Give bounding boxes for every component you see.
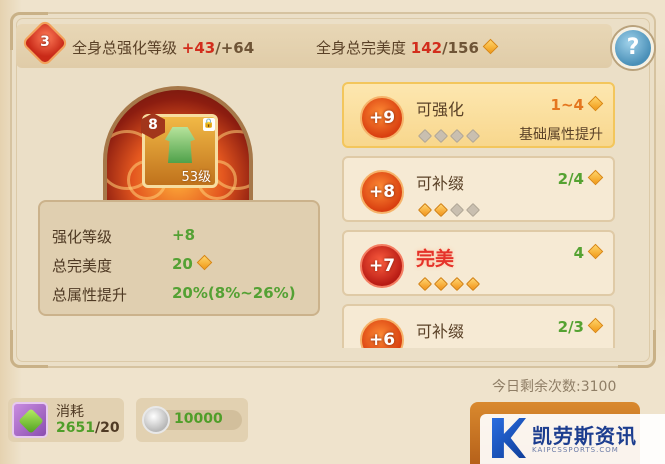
option-range-text: 4 bbox=[573, 244, 584, 262]
empty-gem-icon bbox=[465, 128, 481, 144]
option-title: 可补缀 bbox=[416, 322, 465, 341]
empty-gem-icon bbox=[417, 128, 433, 144]
stat-row: 总完美度 20 bbox=[52, 254, 213, 276]
total-perfection-summary: 全身总完美度 142/156 bbox=[316, 37, 499, 58]
option-range-text: 1~4 bbox=[550, 96, 584, 114]
stat-value: 20%(8%~26%) bbox=[172, 284, 296, 302]
silver-coin-icon bbox=[142, 406, 170, 434]
remaining-attempts: 今日剩余次数:3100 bbox=[492, 379, 617, 395]
bonus-bubble: +8 bbox=[360, 170, 404, 214]
watermark-text: 凯劳斯资讯 bbox=[532, 424, 637, 448]
level-badge: 3 bbox=[23, 21, 67, 66]
option-title: 可强化 bbox=[416, 100, 465, 119]
level-badge-number: 3 bbox=[40, 34, 50, 50]
filled-gem-icon bbox=[433, 276, 449, 292]
option-description: 基础属性提升 bbox=[519, 127, 603, 143]
cost-material[interactable]: 消耗 2651/20 bbox=[8, 398, 124, 442]
lock-icon: 🔒 bbox=[203, 118, 215, 131]
filled-gem-icon bbox=[417, 276, 433, 292]
equipment-item[interactable]: 8 🔒 53级 bbox=[141, 113, 218, 188]
gem-slots bbox=[417, 200, 484, 219]
watermark-subtext: KAIPCSSPORTS.COM bbox=[532, 446, 619, 454]
corner-ornament bbox=[618, 330, 656, 368]
option-range-text: 2/3 bbox=[557, 318, 584, 336]
item-star-count: 8 bbox=[141, 113, 165, 139]
diamond-icon bbox=[587, 95, 604, 112]
material-icon bbox=[12, 402, 48, 438]
option-title: 可补缀 bbox=[416, 174, 465, 193]
stats-box: 强化等级 +8 总完美度 20 总属性提升 20%(8%~26%) bbox=[38, 200, 320, 316]
cost-have: 2651 bbox=[56, 420, 95, 436]
total-strength-current: +43 bbox=[181, 39, 216, 57]
total-strength-label: 全身总强化等级 bbox=[72, 39, 178, 57]
cost-label: 消耗 bbox=[56, 404, 84, 420]
filled-gem-icon bbox=[433, 202, 449, 218]
diamond-icon bbox=[196, 254, 213, 271]
option-range: 2/4 bbox=[557, 169, 604, 188]
empty-gem-icon bbox=[449, 202, 465, 218]
enhance-option-card[interactable]: +7 完美 4 bbox=[342, 230, 615, 296]
enhance-option-card[interactable]: +6 可补缀 2/3 bbox=[342, 304, 615, 348]
enhance-option-list[interactable]: +9 可强化 1~4 基础属性提升 +8 可补缀 2/4 +7 完美 4 +6 … bbox=[340, 80, 618, 348]
bonus-bubble: +9 bbox=[360, 96, 404, 140]
bonus-bubble: +7 bbox=[360, 244, 404, 288]
stat-label: 强化等级 bbox=[52, 228, 113, 246]
total-strength-summary: 全身总强化等级 +43/+64 bbox=[72, 37, 254, 58]
stat-value: +8 bbox=[172, 226, 196, 244]
bonus-bubble: +6 bbox=[360, 318, 404, 348]
empty-gem-icon bbox=[465, 202, 481, 218]
enhance-option-card[interactable]: +9 可强化 1~4 基础属性提升 bbox=[342, 82, 615, 148]
option-range: 2/3 bbox=[557, 317, 604, 336]
option-range: 4 bbox=[573, 243, 604, 262]
corner-ornament bbox=[10, 330, 48, 368]
cost-need: 20 bbox=[100, 420, 120, 436]
empty-gem-icon bbox=[449, 128, 465, 144]
total-perfection-label: 全身总完美度 bbox=[316, 39, 407, 57]
enhance-option-card[interactable]: +8 可补缀 2/4 bbox=[342, 156, 615, 222]
diamond-icon bbox=[587, 243, 604, 260]
filled-gem-icon bbox=[449, 276, 465, 292]
total-strength-max: +64 bbox=[220, 39, 255, 57]
robe-icon bbox=[165, 127, 195, 163]
diamond-icon bbox=[587, 169, 604, 186]
stat-value: 20 bbox=[172, 254, 213, 273]
help-button[interactable]: ? bbox=[612, 27, 654, 69]
watermark: 凯劳斯资讯 KAIPCSSPORTS.COM bbox=[480, 414, 665, 464]
diamond-icon bbox=[587, 317, 604, 334]
total-perfection-max: 156 bbox=[447, 39, 479, 57]
total-perfection-current: 142 bbox=[410, 39, 443, 57]
diamond-icon bbox=[482, 38, 499, 55]
stat-label: 总属性提升 bbox=[52, 286, 128, 304]
gem-slots bbox=[417, 126, 484, 145]
stat-label: 总完美度 bbox=[52, 257, 113, 275]
gem-slots bbox=[417, 274, 484, 293]
option-title-perfect: 完美 bbox=[416, 248, 455, 270]
leaf-gem-icon bbox=[18, 408, 44, 434]
stat-value-text: 20 bbox=[172, 255, 193, 273]
item-level: 53级 bbox=[181, 170, 211, 185]
filled-gem-icon bbox=[465, 276, 481, 292]
stat-row: 总属性提升 20%(8%~26%) bbox=[52, 284, 296, 305]
option-range-text: 2/4 bbox=[557, 170, 584, 188]
stat-row: 强化等级 +8 bbox=[52, 226, 195, 247]
coin-balance[interactable]: 10000 bbox=[136, 398, 248, 442]
cost-amount: 2651/20 bbox=[56, 420, 120, 436]
coin-value: 10000 bbox=[174, 411, 223, 427]
filled-gem-icon bbox=[417, 202, 433, 218]
option-range: 1~4 bbox=[550, 95, 604, 114]
k-logo-icon bbox=[492, 418, 526, 458]
empty-gem-icon bbox=[433, 128, 449, 144]
